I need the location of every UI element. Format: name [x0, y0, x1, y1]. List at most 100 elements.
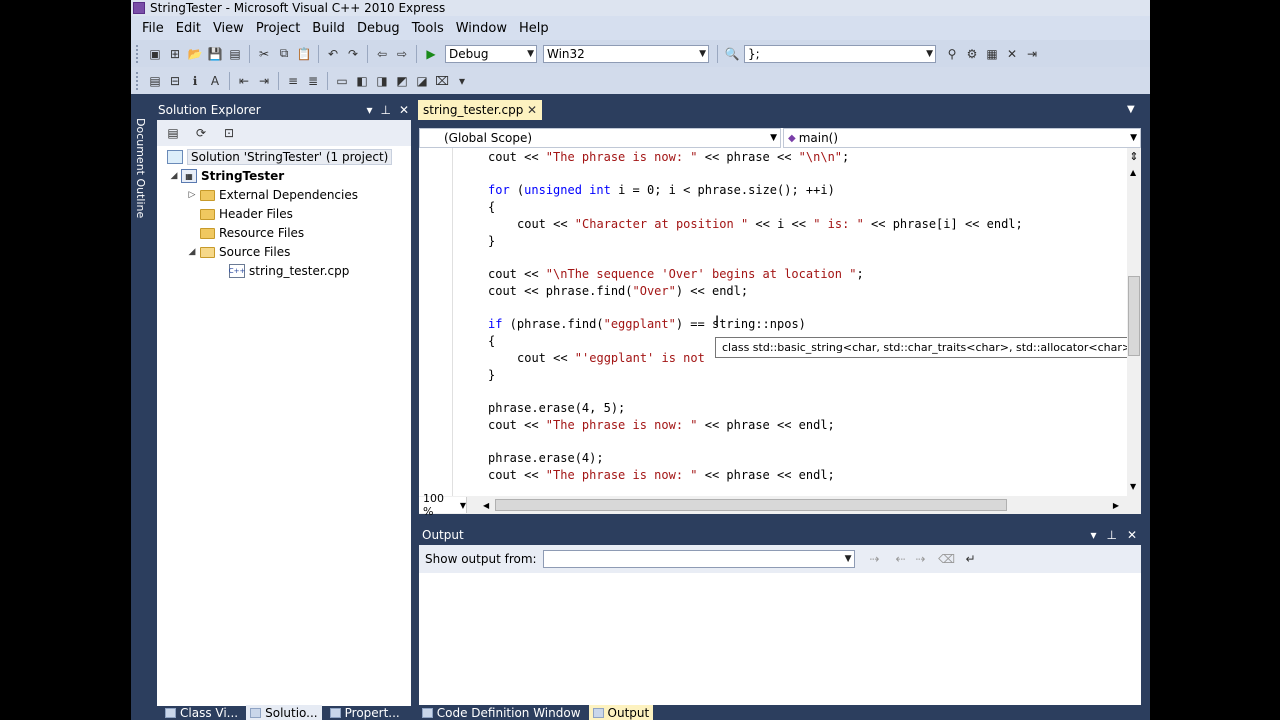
close-tab-icon[interactable]: ✕	[527, 103, 537, 117]
collapse-arrow-icon[interactable]: ◢	[185, 247, 199, 257]
editor-horizontal-scrollbar[interactable]: 100 % ▼ ◀ ▶	[419, 492, 1141, 518]
pin-icon[interactable]: ⊥	[1106, 528, 1116, 542]
view-class-diagram-icon[interactable]: ⊡	[221, 125, 237, 141]
horizontal-scroll-thumb[interactable]	[495, 499, 1008, 511]
menu-window[interactable]: Window	[450, 21, 513, 36]
scope-value: (Global Scope)	[444, 131, 533, 145]
cut-icon[interactable]: ✂	[256, 46, 272, 62]
increase-indent-icon[interactable]: ⇥	[256, 73, 272, 89]
source-file-node[interactable]: C++ string_tester.cpp	[229, 262, 349, 280]
scroll-up-icon[interactable]: ▲	[1130, 168, 1136, 177]
toolbar-separator	[416, 44, 417, 63]
redo-icon[interactable]: ↷	[345, 46, 361, 62]
uncomment-lines-icon[interactable]: ≣	[305, 73, 321, 89]
menu-debug[interactable]: Debug	[351, 21, 406, 36]
new-project-icon[interactable]: ▣	[147, 46, 163, 62]
add-item-icon[interactable]: ⊞	[167, 46, 183, 62]
scroll-right-icon[interactable]: ▶	[1113, 501, 1119, 510]
find-in-files-icon[interactable]: 🔍	[724, 46, 740, 62]
toolbar-grip[interactable]	[136, 44, 141, 63]
previous-bookmark-folder-icon[interactable]: ◩	[394, 73, 410, 89]
platform-select[interactable]: Win32 ▼	[543, 44, 709, 63]
scrollbar-thumb[interactable]	[1128, 276, 1140, 356]
complete-word-icon[interactable]: A	[207, 73, 223, 89]
go-to-line-icon[interactable]: ⇢	[867, 551, 883, 567]
tab-output[interactable]: Output	[588, 705, 654, 720]
scope-select[interactable]: (Global Scope) ▼	[419, 128, 781, 148]
pin-icon[interactable]: ⊥	[380, 103, 390, 117]
next-bookmark-folder-icon[interactable]: ◪	[414, 73, 430, 89]
output-source-select[interactable]: ▼	[542, 550, 855, 568]
open-file-icon[interactable]: 📂	[187, 46, 203, 62]
navigate-forward-icon[interactable]: ⇨	[394, 46, 410, 62]
document-outline-tab[interactable]: Document Outline	[131, 118, 147, 248]
menu-build[interactable]: Build	[306, 21, 351, 36]
save-all-icon[interactable]: ▤	[227, 46, 243, 62]
menu-view[interactable]: View	[207, 21, 250, 36]
external-dependencies-node[interactable]: ▷ External Dependencies	[185, 186, 358, 204]
member-list-icon[interactable]: ▤	[147, 73, 163, 89]
solution-explorer-icon[interactable]: ⚲	[944, 46, 960, 62]
menu-project[interactable]: Project	[250, 21, 306, 36]
solution-config-select[interactable]: Debug ▼	[445, 44, 537, 63]
start-debugging-icon[interactable]: ▶	[423, 46, 439, 62]
tab-class-view[interactable]: Class Vi...	[161, 705, 242, 720]
copy-icon[interactable]: ⧉	[276, 46, 292, 62]
toolbox-icon[interactable]: ▦	[984, 46, 1000, 62]
zoom-select[interactable]: 100 % ▼	[419, 492, 467, 518]
scroll-left-icon[interactable]: ◀	[483, 501, 489, 510]
comment-lines-icon[interactable]: ≡	[285, 73, 301, 89]
next-bookmark-icon[interactable]: ◨	[374, 73, 390, 89]
dropdown-icon[interactable]: ▾	[1090, 528, 1096, 542]
header-files-node[interactable]: Header Files	[199, 205, 293, 223]
resource-files-node[interactable]: Resource Files	[199, 224, 304, 242]
dropdown-icon[interactable]: ▾	[366, 103, 372, 117]
previous-message-icon[interactable]: ⇠	[893, 551, 909, 567]
properties-icon[interactable]: ⚙	[964, 46, 980, 62]
previous-bookmark-icon[interactable]: ◧	[354, 73, 370, 89]
tools-icon[interactable]: ✕	[1004, 46, 1020, 62]
save-icon[interactable]: 💾	[207, 46, 223, 62]
expand-arrow-icon[interactable]: ▷	[185, 190, 199, 200]
function-select[interactable]: ◆ main() ▼	[783, 128, 1141, 148]
output-header: Output ▾ ⊥ ✕	[418, 525, 1142, 545]
source-files-node[interactable]: ◢ Source Files	[185, 243, 291, 261]
project-node[interactable]: ◢ ▦ StringTester	[167, 167, 284, 185]
tree-item-label: External Dependencies	[219, 188, 359, 202]
split-handle-icon[interactable]: ⇕	[1128, 150, 1140, 164]
editor-vertical-scrollbar[interactable]: ⇕ ▲ ▼	[1127, 148, 1141, 496]
tab-properties[interactable]: Propert...	[326, 705, 404, 720]
collapse-arrow-icon[interactable]: ◢	[167, 171, 181, 181]
menu-edit[interactable]: Edit	[170, 21, 207, 36]
editor-tab-string-tester[interactable]: string_tester.cpp ✕	[418, 100, 542, 120]
undo-icon[interactable]: ↶	[325, 46, 341, 62]
paste-icon[interactable]: 📋	[296, 46, 312, 62]
decrease-indent-icon[interactable]: ⇤	[236, 73, 252, 89]
quick-info-icon[interactable]: ℹ	[187, 73, 203, 89]
toolbar-grip[interactable]	[136, 71, 141, 90]
show-all-files-icon[interactable]: ⟳	[193, 125, 209, 141]
code-editor[interactable]: cout << "The phrase is now: " << phrase …	[419, 148, 1127, 496]
solution-node[interactable]: Solution 'StringTester' (1 project)	[167, 148, 393, 166]
toggle-word-wrap-icon[interactable]: ↵	[963, 551, 979, 567]
next-message-icon[interactable]: ⇢	[913, 551, 929, 567]
menu-help[interactable]: Help	[513, 21, 555, 36]
clear-all-icon[interactable]: ⌫	[938, 551, 955, 567]
extension-icon[interactable]: ⇥	[1024, 46, 1040, 62]
output-pane[interactable]	[419, 573, 1141, 705]
find-combo[interactable]: }; ▼	[744, 44, 936, 63]
tab-solution-explorer[interactable]: Solutio...	[246, 705, 322, 720]
parameter-info-icon[interactable]: ⊟	[167, 73, 183, 89]
properties-icon[interactable]: ▤	[165, 125, 181, 141]
scroll-down-icon[interactable]: ▼	[1130, 482, 1136, 491]
navigate-back-icon[interactable]: ⇦	[374, 46, 390, 62]
close-icon[interactable]: ✕	[1127, 528, 1137, 542]
close-icon[interactable]: ✕	[399, 103, 409, 117]
toggle-bookmark-icon[interactable]: ▭	[334, 73, 350, 89]
tab-overflow-icon[interactable]: ▼	[1127, 104, 1135, 115]
tab-code-definition[interactable]: Code Definition Window	[418, 705, 585, 720]
menu-file[interactable]: File	[136, 21, 170, 36]
bookmark-options-icon[interactable]: ▾	[454, 73, 470, 89]
clear-bookmarks-icon[interactable]: ⌧	[434, 73, 450, 89]
menu-tools[interactable]: Tools	[406, 21, 450, 36]
